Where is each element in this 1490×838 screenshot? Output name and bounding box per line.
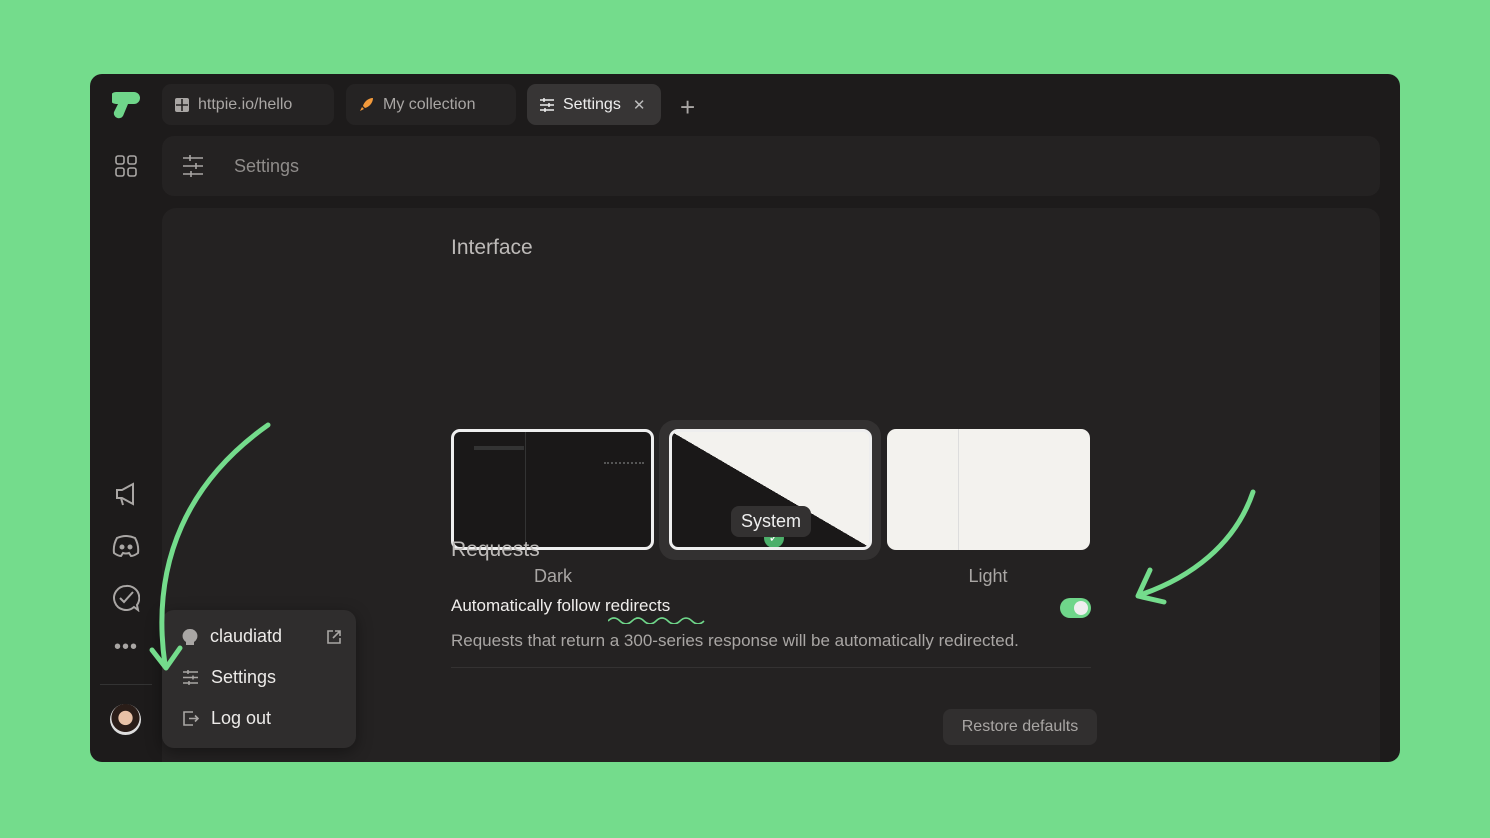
- external-link-icon[interactable]: [326, 629, 342, 645]
- restore-defaults-button[interactable]: Restore defaults: [943, 709, 1097, 745]
- tab-settings[interactable]: Settings ✕: [527, 84, 661, 125]
- wavy-underline: [608, 617, 705, 624]
- sliders-icon: [182, 669, 199, 686]
- rocket-icon: [358, 96, 375, 113]
- follow-redirects-toggle[interactable]: [1060, 598, 1091, 618]
- tab-label: Settings: [563, 95, 621, 113]
- theme-label-system: System: [731, 506, 811, 537]
- close-icon[interactable]: ✕: [633, 96, 646, 114]
- tab-label: httpie.io/hello: [198, 95, 293, 113]
- feedback-icon[interactable]: [112, 584, 140, 612]
- httpie-logo: [112, 88, 140, 122]
- announcements-icon[interactable]: [114, 482, 140, 506]
- theme-label-dark: Dark: [533, 566, 572, 586]
- menu-item-settings[interactable]: Settings: [182, 667, 276, 688]
- new-tab-button[interactable]: +: [680, 92, 695, 123]
- username: claudiatd: [210, 626, 283, 646]
- avatar[interactable]: [110, 704, 141, 735]
- app-window: httpie.io/hello My collection Settings ✕…: [90, 74, 1400, 762]
- discord-icon[interactable]: [112, 535, 140, 557]
- sliders-icon: [182, 155, 204, 177]
- tab-httpie-hello[interactable]: httpie.io/hello: [162, 84, 334, 125]
- menu-item-logout[interactable]: Log out: [182, 708, 271, 729]
- page-title: Settings: [234, 155, 300, 176]
- interface-title: Interface: [451, 236, 533, 259]
- menu-label: Settings: [211, 667, 277, 687]
- logout-icon: [182, 710, 199, 727]
- divider: [100, 684, 152, 685]
- github-icon: [182, 628, 198, 646]
- theme-label-light: Light: [968, 566, 1008, 586]
- requests-title: Requests: [451, 538, 540, 561]
- divider: [451, 667, 1091, 668]
- follow-redirects-label: Automatically follow redirects: [451, 596, 671, 615]
- page-header: Settings: [162, 136, 1380, 196]
- theme-light-thumbnail[interactable]: [887, 429, 1090, 550]
- menu-item-github[interactable]: claudiatd: [182, 626, 342, 647]
- user-menu: claudiatd Settings Log out: [162, 610, 356, 748]
- apps-icon[interactable]: [115, 155, 137, 177]
- theme-dark-thumbnail[interactable]: [451, 429, 654, 550]
- tab-my-collection[interactable]: My collection: [346, 84, 516, 125]
- follow-redirects-description: Requests that return a 300-series respon…: [451, 631, 1019, 650]
- menu-label: Log out: [211, 708, 272, 728]
- sliders-icon: [539, 97, 555, 113]
- more-icon[interactable]: •••: [114, 636, 138, 659]
- tab-label: My collection: [383, 95, 476, 113]
- grid-icon: [174, 97, 190, 113]
